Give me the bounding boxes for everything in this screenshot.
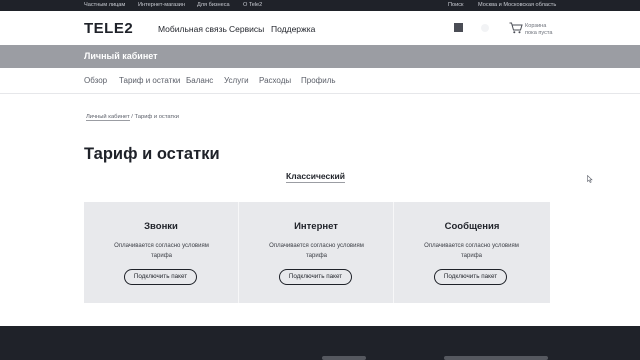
topbar-link-business[interactable]: Для бизнеса	[197, 1, 230, 10]
topbar-search-link[interactable]: Поиск	[448, 1, 464, 10]
card-messages-desc: Оплачивается согласно условиям тарифа	[424, 243, 519, 259]
card-calls-desc: Оплачивается согласно условиям тарифа	[114, 243, 209, 259]
tele2-logo[interactable]: TELE2	[84, 20, 133, 37]
card-internet: Интернет Оплачивается согласно условиям …	[239, 202, 394, 303]
connect-internet-package-button[interactable]: Подключить пакет	[279, 269, 352, 285]
mouse-cursor-icon	[587, 175, 593, 183]
site-footer	[0, 326, 640, 360]
subnav-overview[interactable]: Обзор	[84, 76, 107, 85]
breadcrumb: Личный кабинет / Тариф и остатки	[86, 114, 179, 121]
connect-messages-package-button[interactable]: Подключить пакет	[434, 269, 507, 285]
subnav-services[interactable]: Услуги	[224, 76, 249, 85]
placeholder-icon	[481, 24, 489, 32]
card-messages: Сообщения Оплачивается согласно условиям…	[394, 202, 550, 303]
card-internet-title: Интернет	[294, 221, 338, 232]
remains-cards: Звонки Оплачивается согласно условиям та…	[84, 202, 550, 303]
account-band: Личный кабинет	[0, 45, 640, 68]
subnav-tariff[interactable]: Тариф и остатки	[119, 76, 180, 85]
subnav-expenses[interactable]: Расходы	[259, 76, 291, 85]
card-calls: Звонки Оплачивается согласно условиям та…	[84, 202, 239, 303]
site-header: TELE2 Мобильная связь Сервисы Поддержка …	[0, 11, 640, 45]
account-title: Личный кабинет	[84, 51, 158, 61]
top-strip: Частным лицам Интернет-магазин Для бизне…	[0, 0, 640, 11]
cart-status[interactable]: Корзина пока пуста	[525, 23, 553, 36]
topbar-link-about[interactable]: О Tele2	[243, 1, 262, 10]
topbar-region-selector[interactable]: Москва и Московская область	[478, 1, 556, 10]
cart-icon[interactable]	[509, 22, 523, 34]
tariff-name-link[interactable]: Классический	[286, 171, 345, 183]
cart-empty-text: пока пуста	[525, 29, 553, 36]
account-subnav: Обзор Тариф и остатки Баланс Услуги Расх…	[0, 68, 640, 94]
connect-calls-package-button[interactable]: Подключить пакет	[124, 269, 197, 285]
footer-cropped-text	[322, 356, 366, 360]
nav-mobile[interactable]: Мобильная связь	[158, 24, 227, 34]
subnav-profile[interactable]: Профиль	[301, 76, 336, 85]
breadcrumb-separator: /	[131, 114, 133, 120]
breadcrumb-current: Тариф и остатки	[134, 114, 179, 120]
card-calls-title: Звонки	[144, 221, 178, 232]
account-icon[interactable]	[454, 23, 463, 32]
card-internet-desc: Оплачивается согласно условиям тарифа	[269, 243, 364, 259]
breadcrumb-link-account[interactable]: Личный кабинет	[86, 114, 130, 121]
subnav-balance[interactable]: Баланс	[186, 76, 213, 85]
topbar-link-shop[interactable]: Интернет-магазин	[138, 1, 185, 10]
footer-cropped-phone	[444, 356, 548, 360]
page-title: Тариф и остатки	[84, 145, 220, 163]
nav-support[interactable]: Поддержка	[271, 24, 315, 34]
card-messages-title: Сообщения	[444, 221, 500, 232]
nav-services[interactable]: Сервисы	[229, 24, 264, 34]
topbar-link-private[interactable]: Частным лицам	[84, 1, 125, 10]
